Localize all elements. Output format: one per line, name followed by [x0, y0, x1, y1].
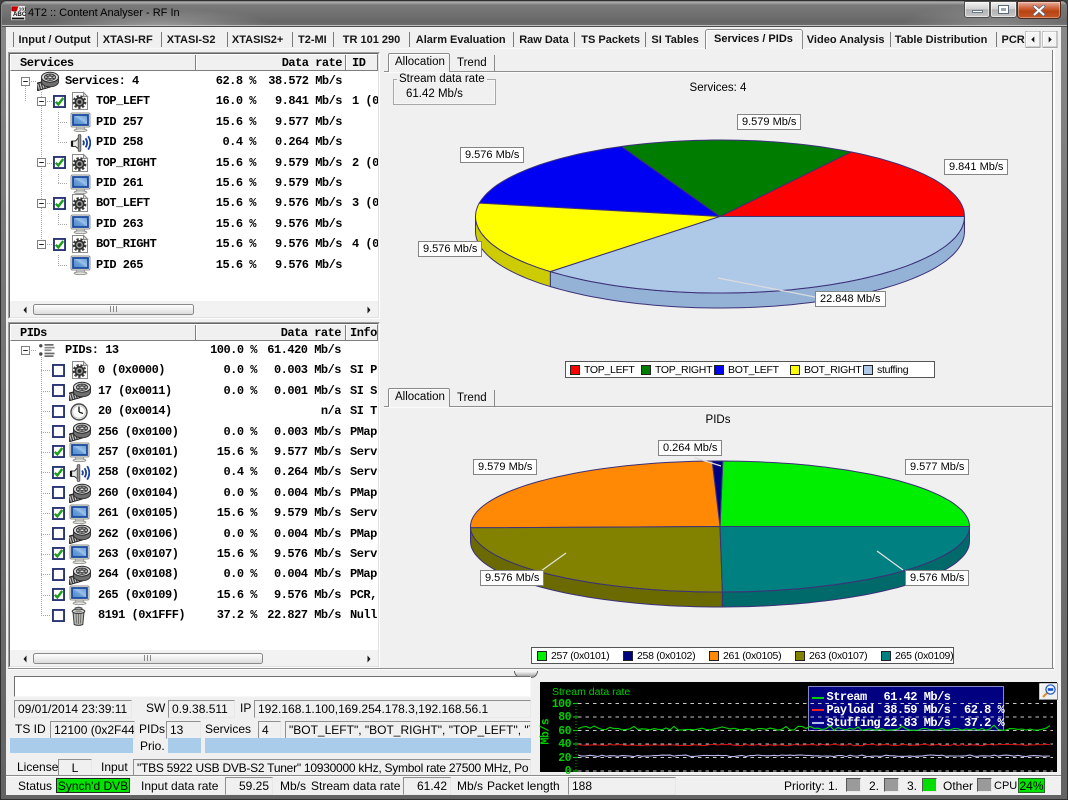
svg-text:ABC: ABC: [13, 11, 26, 18]
